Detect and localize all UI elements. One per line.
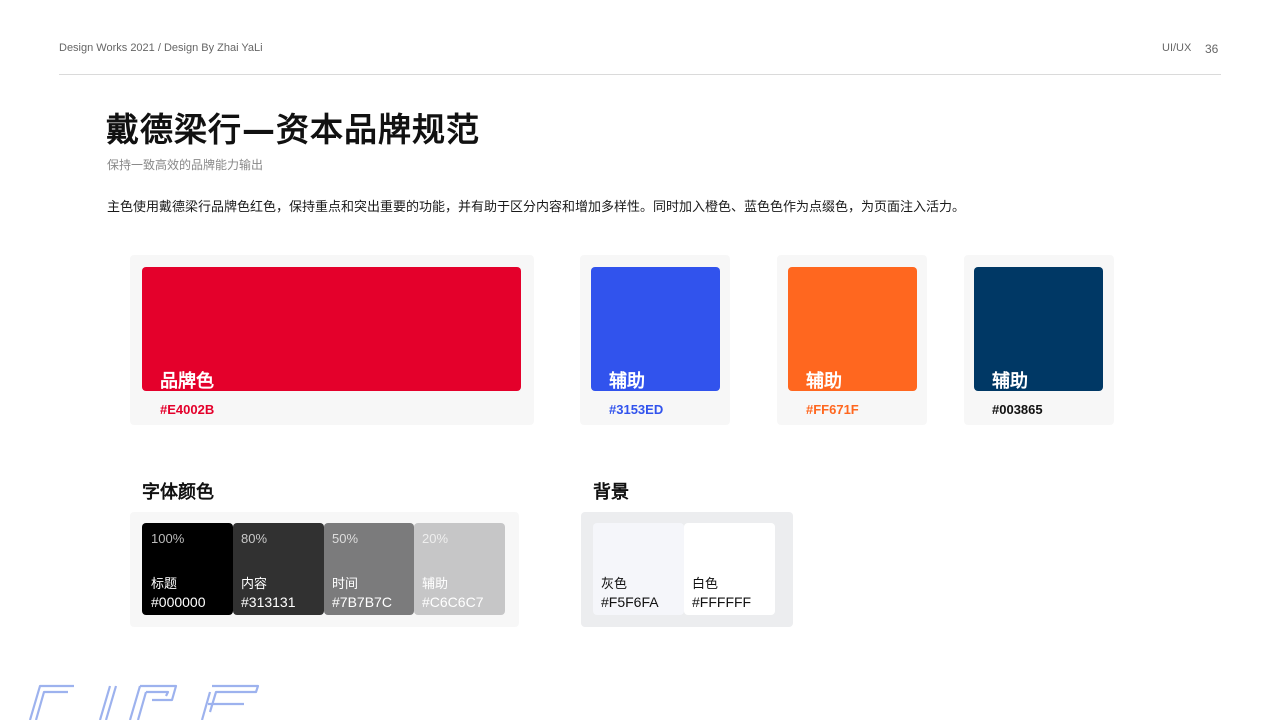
- accent-color-swatch: 辅助: [591, 267, 720, 392]
- font-color-tile-title: 100% 标题 #000000: [142, 523, 233, 615]
- swatch-label: 品牌色: [160, 371, 214, 392]
- header-credit: Design Works 2021 / Design By Zhai YaLi: [59, 42, 263, 54]
- swatch-label: 辅助: [992, 371, 1028, 392]
- tile-name: 白色: [692, 577, 719, 592]
- header-category: UI/UX: [1162, 42, 1192, 54]
- page-title: 戴德梁行—资本品牌规范: [106, 110, 480, 149]
- tile-name: 灰色: [601, 577, 628, 592]
- tile-name: 时间: [332, 577, 359, 592]
- tile-hex: #C6C6C7: [422, 594, 484, 610]
- accent-color-card-navy: 辅助 #003865: [964, 255, 1114, 425]
- brand-color-card: 品牌色 #E4002B: [130, 255, 534, 425]
- background-heading: 背景: [593, 482, 629, 503]
- swatch-hex: #E4002B: [160, 402, 215, 417]
- tile-hex: #000000: [151, 594, 206, 610]
- font-color-tile-auxiliary: 20% 辅助 #C6C6C7: [414, 523, 505, 615]
- swatch-hex: #003865: [992, 402, 1043, 417]
- tile-name: 辅助: [422, 577, 449, 592]
- brand-color-swatch: 品牌色: [142, 267, 521, 392]
- header-divider: [59, 74, 1221, 75]
- tile-hex: #7B7B7C: [332, 594, 392, 610]
- watermark-logo: [28, 684, 260, 720]
- font-color-tile-time: 50% 时间 #7B7B7C: [324, 523, 414, 615]
- page-description: 主色使用戴德梁行品牌色红色，保持重点和突出重要的功能，并有助于区分内容和增加多样…: [107, 200, 966, 215]
- tile-percent: 80%: [241, 531, 268, 546]
- tile-hex: #FFFFFF: [692, 594, 752, 610]
- swatch-hex: #3153ED: [609, 402, 664, 417]
- tile-percent: 20%: [422, 531, 449, 546]
- background-colors-card: 灰色 #F5F6FA 白色 #FFFFFF: [581, 512, 793, 627]
- swatch-label: 辅助: [609, 371, 645, 392]
- accent-color-swatch: 辅助: [788, 267, 917, 392]
- accent-color-card-orange: 辅助 #FF671F: [777, 255, 927, 425]
- accent-color-card-blue: 辅助 #3153ED: [580, 255, 730, 425]
- tile-name: 标题: [151, 577, 178, 592]
- tile-hex: #313131: [241, 594, 296, 610]
- swatch-label: 辅助: [806, 371, 842, 392]
- swatch-hex: #FF671F: [806, 402, 859, 417]
- page-subtitle: 保持一致高效的品牌能力输出: [107, 158, 264, 172]
- page-number: 36: [1205, 42, 1219, 56]
- tile-percent: 100%: [151, 531, 185, 546]
- tile-name: 内容: [241, 577, 268, 592]
- font-colors-heading: 字体颜色: [142, 482, 214, 503]
- font-colors-card: 100% 标题 #000000 80% 内容 #313131 50% 时间 #7…: [130, 512, 519, 627]
- tile-percent: 50%: [332, 531, 359, 546]
- font-color-tile-content: 80% 内容 #313131: [233, 523, 324, 615]
- background-tile-gray: 灰色 #F5F6FA: [593, 523, 684, 615]
- background-tile-white: 白色 #FFFFFF: [684, 523, 775, 615]
- accent-color-swatch: 辅助: [974, 267, 1103, 392]
- tile-hex: #F5F6FA: [601, 594, 659, 610]
